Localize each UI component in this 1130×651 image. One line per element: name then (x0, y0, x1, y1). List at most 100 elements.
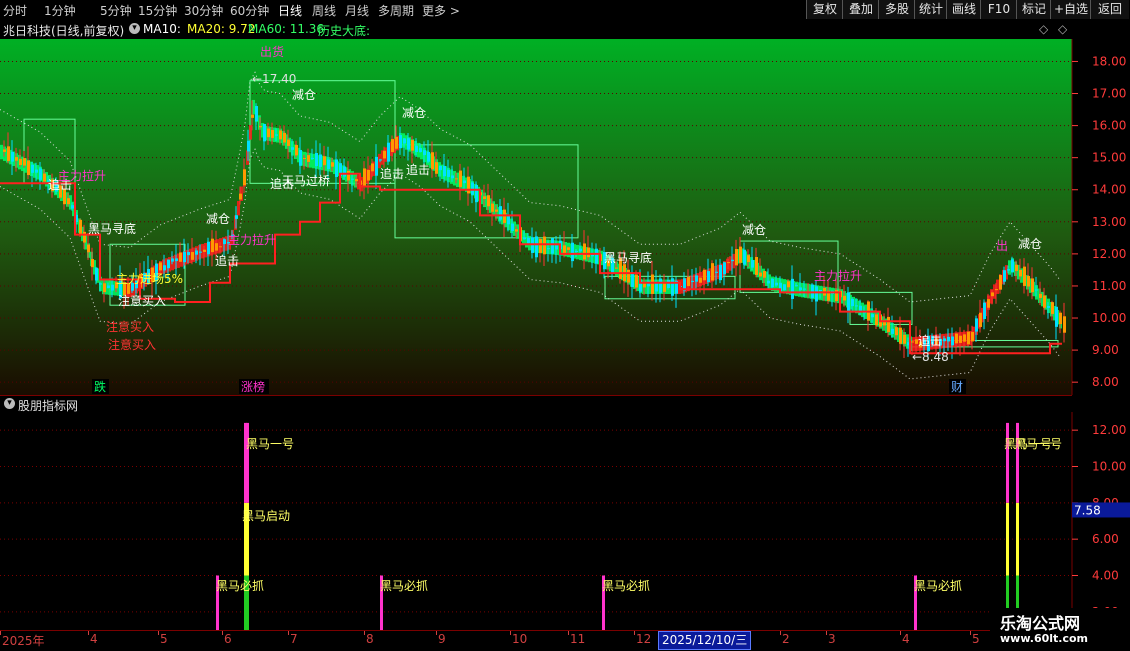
candle-body (1043, 295, 1046, 308)
signal-label: 黑马必抓 (602, 579, 650, 593)
candle-body (1027, 276, 1030, 287)
overlay-button[interactable]: 叠加 (842, 0, 879, 19)
signal-bar (246, 422, 249, 503)
candle-body (275, 134, 278, 136)
candle-body (243, 169, 246, 186)
candle-body (719, 264, 722, 281)
candle-body (555, 245, 558, 250)
period-tab-weekly[interactable]: 周线 (312, 2, 336, 19)
date-tick-label: 8 (366, 632, 374, 646)
candle-body (247, 140, 250, 152)
signal-label: 出货 (260, 44, 284, 59)
candle-body (819, 290, 822, 292)
candle-body (795, 285, 798, 287)
add-watchlist-button[interactable]: +自选 (1050, 0, 1091, 19)
candle-body (695, 275, 698, 282)
candle-body (35, 169, 38, 173)
candle-body (267, 128, 270, 138)
candle-body (871, 314, 874, 318)
period-tab-multi[interactable]: 多周期 (378, 2, 414, 19)
candle-body (775, 282, 778, 286)
candle-body (71, 205, 74, 209)
date-tick-label: 3 (828, 632, 836, 646)
draw-line-button[interactable]: 画线 (946, 0, 981, 19)
candle-body (475, 184, 478, 203)
chevron-down-icon[interactable]: ▾ (4, 398, 15, 409)
candle-body (851, 299, 854, 307)
period-tab-daily[interactable]: 日线 (278, 2, 302, 19)
signal-label: 减仓 (402, 106, 426, 120)
stats-button[interactable]: 统计 (914, 0, 947, 19)
date-tick-label: 2025年 (2, 634, 45, 648)
period-tab-60min[interactable]: 60分钟 (230, 2, 269, 19)
candle-body (423, 150, 426, 156)
candle-body (943, 338, 946, 342)
fuquan-button[interactable]: 复权 (806, 0, 843, 19)
candle-body (387, 142, 390, 162)
event-marker[interactable]: 涨榜 (241, 379, 265, 394)
date-tick-label: 9 (438, 632, 446, 646)
candle-body (91, 259, 94, 268)
date-tick-label: 5 (160, 632, 168, 646)
diamond-icon[interactable]: ◇ (1039, 22, 1048, 36)
date-tick-label: 6 (224, 632, 232, 646)
period-tab-30min[interactable]: 30分钟 (184, 2, 223, 19)
period-tab-more[interactable]: 更多 > (422, 2, 460, 19)
candle-body (79, 219, 82, 236)
diamond-icon[interactable]: ◇ (1058, 22, 1067, 36)
candle-body (443, 165, 446, 177)
ma10-label: MA10: (143, 22, 181, 36)
multi-stock-button[interactable]: 多股 (878, 0, 915, 19)
candle-body (771, 278, 774, 288)
candle-body (995, 289, 998, 291)
candle-body (87, 244, 90, 253)
candle-body (435, 162, 438, 174)
signal-label: 黑马一号 (246, 437, 294, 451)
candle-body (295, 144, 298, 156)
history-bottom-label: 历史大底: (318, 24, 371, 38)
candle-body (1015, 264, 1018, 271)
date-tick-label: 7 (290, 632, 298, 646)
period-tab-15min[interactable]: 15分钟 (138, 2, 177, 19)
candle-body (323, 156, 326, 166)
candlestick-chart: 出货减仓减仓减仓减仓减仓追击追击追击追击追击追击天马过桥黑马寻底注意买入注意买入… (0, 39, 1130, 395)
candle-body (903, 334, 906, 344)
candle-body (283, 132, 286, 143)
date-tick (436, 631, 437, 635)
candle-body (19, 158, 22, 165)
sub-indicator-header: ▾ 股朋指标网 (0, 395, 1072, 413)
candle-body (1023, 266, 1026, 286)
back-button[interactable]: 返回 (1090, 0, 1129, 19)
watermark: 乐淘公式网 www.60lt.com (990, 608, 1130, 650)
event-marker[interactable]: 跌 (94, 379, 106, 394)
candle-body (1039, 293, 1042, 298)
candle-body (811, 284, 814, 298)
period-tab-1min[interactable]: 1分钟 (44, 2, 76, 19)
signal-label: 出 (996, 239, 1008, 253)
candle-body (263, 123, 266, 142)
event-marker[interactable]: 财 (951, 380, 963, 394)
y-tick-label: 10.00 (1092, 311, 1126, 325)
signal-label: 注意买入 (118, 293, 166, 308)
candle-body (1031, 278, 1034, 293)
candle-body (171, 258, 174, 262)
candle-body (315, 153, 318, 167)
candle-body (539, 239, 542, 253)
signal-bar (1016, 422, 1019, 503)
period-tab-fenshi[interactable]: 分时 (3, 2, 27, 19)
candle-body (507, 216, 510, 225)
ma60-label: MA60: 11.36 (248, 22, 325, 36)
mark-button[interactable]: 标记 (1016, 0, 1051, 19)
period-tab-monthly[interactable]: 月线 (345, 2, 369, 19)
candle-body (239, 193, 242, 200)
candle-body (191, 252, 194, 260)
f10-button[interactable]: F10 (980, 0, 1017, 19)
low-price-label: ←8.48 (912, 350, 949, 364)
candle-body (183, 251, 186, 263)
period-tab-5min[interactable]: 5分钟 (100, 2, 132, 19)
chevron-down-icon[interactable]: ▾ (129, 23, 140, 34)
date-tick (364, 631, 365, 635)
candle-body (511, 223, 514, 231)
date-tick (158, 631, 159, 635)
date-tick-label: 12 (636, 632, 652, 646)
